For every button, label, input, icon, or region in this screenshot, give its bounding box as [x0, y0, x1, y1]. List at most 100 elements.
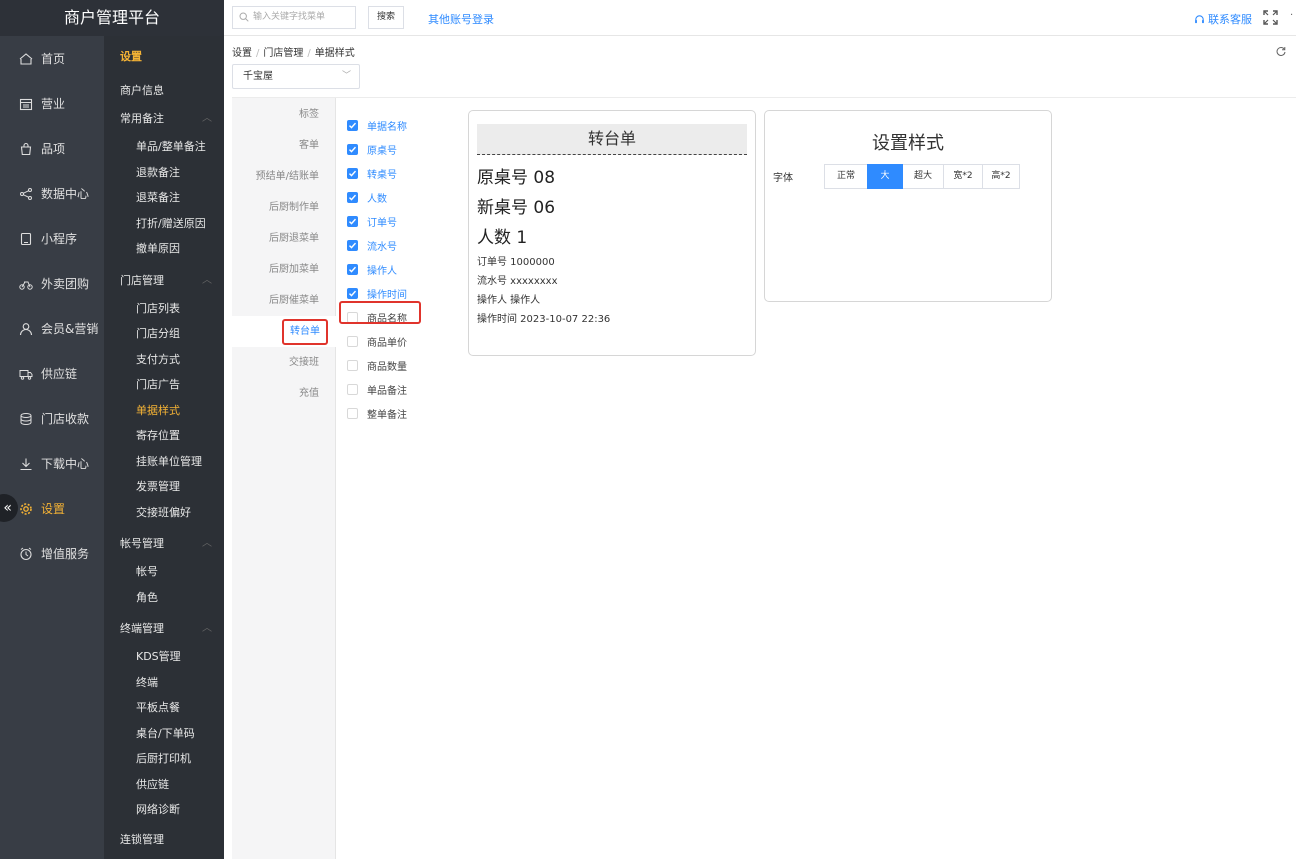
refresh-icon[interactable]	[1276, 46, 1286, 56]
doc-type-tab[interactable]: 标签	[232, 99, 335, 130]
subnav-item[interactable]: 单品/整单备注	[104, 134, 224, 160]
subnav-item[interactable]: KDS管理	[104, 644, 224, 670]
fullscreen-icon[interactable]	[1263, 10, 1278, 25]
breadcrumb-item[interactable]: 设置	[232, 48, 252, 59]
subnav-item[interactable]: 支付方式	[104, 347, 224, 373]
subnav-item[interactable]: 角色	[104, 585, 224, 611]
subnav-group-header[interactable]: 终端管理 ︿	[104, 614, 224, 644]
chevron-up-icon: ︿	[202, 113, 212, 124]
subnav-item[interactable]: 桌台/下单码	[104, 721, 224, 747]
nav-item-label: 门店收款	[41, 412, 90, 426]
subnav-item[interactable]: 平板点餐	[104, 695, 224, 721]
subnav-item[interactable]: 寄存位置	[104, 423, 224, 449]
font-size-option[interactable]: 超大	[902, 164, 944, 189]
nav-item-user[interactable]: 会员&营销	[0, 306, 104, 351]
other-account-login-link[interactable]: 其他账号登录	[428, 11, 494, 27]
checkbox-unchecked-icon[interactable]	[347, 383, 358, 395]
nav-item-bike[interactable]: 外卖团购	[0, 261, 104, 306]
subnav-item[interactable]: 门店列表	[104, 296, 224, 322]
field-checkbox[interactable]: 商品名称	[339, 301, 457, 329]
font-size-option[interactable]: 正常	[824, 164, 868, 189]
checkbox-checked-icon[interactable]	[347, 143, 358, 155]
store-select[interactable]: 千宝屋 ﹀	[232, 64, 360, 89]
headset-icon	[1195, 14, 1204, 23]
field-checkbox[interactable]: 操作人	[347, 257, 457, 281]
doc-type-tab[interactable]: 转台单	[232, 316, 336, 347]
field-checkbox[interactable]: 单据名称	[347, 113, 457, 137]
nav-item-truck[interactable]: 供应链	[0, 351, 104, 396]
subnav-item[interactable]: 门店广告	[104, 372, 224, 398]
checkbox-unchecked-icon[interactable]	[347, 359, 358, 371]
checkbox-unchecked-icon[interactable]	[347, 335, 358, 347]
field-label: 人数	[367, 193, 387, 205]
breadcrumb-item: 单据样式	[314, 48, 355, 59]
subnav-item[interactable]: 帐号	[104, 559, 224, 585]
field-checkbox[interactable]: 转桌号	[347, 161, 457, 185]
field-checkbox[interactable]: 流水号	[347, 233, 457, 257]
subnav-item[interactable]: 撤单原因	[104, 236, 224, 262]
subnav-item[interactable]: 退款备注	[104, 160, 224, 186]
doc-type-tab[interactable]: 预结单/结账单	[232, 161, 335, 192]
subnav-item[interactable]: 交接班偏好	[104, 500, 224, 526]
checkbox-checked-icon[interactable]	[347, 263, 358, 275]
subnav-group-header[interactable]: 连锁管理	[104, 827, 224, 853]
subnav-item[interactable]: 退菜备注	[104, 185, 224, 211]
doc-type-tab[interactable]: 后厨催菜单	[232, 285, 335, 316]
nav-item-share[interactable]: 数据中心	[0, 171, 104, 216]
subnav-header[interactable]: 设置	[104, 36, 224, 78]
nav-item-phone[interactable]: 小程序	[0, 216, 104, 261]
checkbox-unchecked-icon[interactable]	[347, 407, 358, 419]
field-label: 订单号	[367, 217, 397, 229]
nav-item-download[interactable]: 下载中心	[0, 441, 104, 486]
field-checkbox[interactable]: 商品单价	[347, 329, 457, 353]
field-checkbox[interactable]: 人数	[347, 185, 457, 209]
nav-item-bag[interactable]: 品项	[0, 126, 104, 171]
menu-search-input[interactable]: 输入关键字找菜单	[232, 6, 356, 29]
field-checkbox[interactable]: 整单备注	[347, 401, 457, 425]
nav-item-clock[interactable]: 增值服务	[0, 531, 104, 576]
doc-type-tab[interactable]: 交接班	[232, 347, 335, 378]
checkbox-checked-icon[interactable]	[347, 239, 358, 251]
subnav-item[interactable]: 打折/赠送原因	[104, 211, 224, 237]
subnav-group-header[interactable]: 常用备注 ︿	[104, 104, 224, 134]
field-checkbox[interactable]: 商品数量	[347, 353, 457, 377]
subnav-group-label: 常用备注	[120, 112, 164, 125]
field-label: 操作人	[367, 265, 397, 277]
font-size-option[interactable]: 宽*2	[943, 164, 983, 189]
subnav-item[interactable]: 单据样式	[104, 398, 224, 424]
doc-type-tab[interactable]: 客单	[232, 130, 335, 161]
subnav-item[interactable]: 网络诊断	[104, 797, 224, 823]
contact-support-link[interactable]: 联系客服	[1194, 11, 1252, 27]
nav-item-database[interactable]: 门店收款	[0, 396, 104, 441]
font-size-option[interactable]: 大	[867, 164, 903, 189]
doc-type-tab[interactable]: 后厨退菜单	[232, 223, 335, 254]
subnav-item[interactable]: 发票管理	[104, 474, 224, 500]
subnav-item[interactable]: 供应链	[104, 772, 224, 798]
doc-type-tab[interactable]: 后厨加菜单	[232, 254, 335, 285]
breadcrumb-item[interactable]: 门店管理	[263, 48, 303, 59]
nav-item-calendar[interactable]: 营业	[0, 81, 104, 126]
field-checkbox[interactable]: 单品备注	[347, 377, 457, 401]
doc-type-tab[interactable]: 充值	[232, 378, 335, 409]
style-settings-title: 设置样式	[872, 133, 944, 154]
chevron-up-icon: ︿	[202, 274, 212, 286]
checkbox-checked-icon[interactable]	[347, 215, 358, 227]
field-checkbox[interactable]: 原桌号	[347, 137, 457, 161]
checkbox-checked-icon[interactable]	[347, 191, 358, 203]
checkbox-checked-icon[interactable]	[347, 119, 358, 131]
font-size-option[interactable]: 高*2	[982, 164, 1020, 189]
subnav-item[interactable]: 挂账单位管理	[104, 449, 224, 475]
nav-item-home[interactable]: 首页	[0, 36, 104, 81]
subnav-item[interactable]: 门店分组	[104, 321, 224, 347]
search-button[interactable]: 搜索	[368, 6, 404, 29]
subnav-item[interactable]: 后厨打印机	[104, 746, 224, 772]
more-icon[interactable]: ·	[1290, 10, 1296, 21]
subnav-item[interactable]: 商户信息	[104, 78, 224, 104]
subnav-item[interactable]: 终端	[104, 670, 224, 696]
subnav-group-header[interactable]: 帐号管理 ︿	[104, 529, 224, 559]
checkbox-checked-icon[interactable]	[347, 167, 358, 179]
subnav-group-header[interactable]: 门店管理 ︿	[104, 266, 224, 296]
field-checkbox[interactable]: 订单号	[347, 209, 457, 233]
checkbox-checked-icon[interactable]	[347, 287, 358, 299]
doc-type-tab[interactable]: 后厨制作单	[232, 192, 335, 223]
